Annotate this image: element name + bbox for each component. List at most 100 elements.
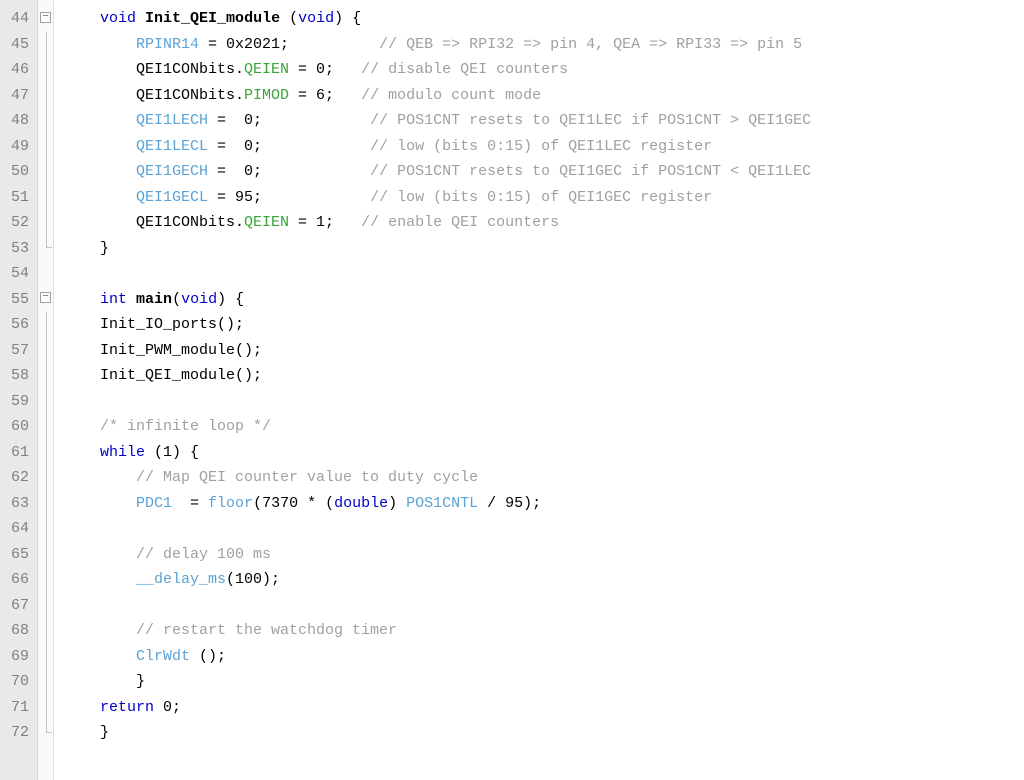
code-line[interactable]: return 0; (64, 695, 1014, 721)
identifier-text: PDC1 (136, 495, 172, 512)
comment-text: // restart the watchdog timer (136, 622, 397, 639)
fold-marker[interactable]: − (40, 287, 51, 313)
fold-marker (40, 389, 51, 415)
fold-marker (40, 567, 51, 593)
code-text (64, 393, 73, 410)
line-number: 52 (4, 210, 29, 236)
code-line[interactable]: Init_IO_ports(); (64, 312, 1014, 338)
code-line[interactable]: QEI1LECH = 0; // POS1CNT resets to QEI1L… (64, 108, 1014, 134)
code-text: QEI1CONbits. (64, 61, 244, 78)
code-line[interactable]: void Init_QEI_module (void) { (64, 6, 1014, 32)
line-number: 50 (4, 159, 29, 185)
code-text: ) { (334, 10, 361, 27)
identifier-text: __delay_ms (136, 571, 226, 588)
code-text: ) { (217, 291, 244, 308)
keyword-text: while (100, 444, 145, 461)
code-line[interactable]: Init_PWM_module(); (64, 338, 1014, 364)
comment-text: // modulo count mode (361, 87, 541, 104)
fold-marker (40, 644, 51, 670)
code-line[interactable]: while (1) { (64, 440, 1014, 466)
fold-toggle-icon[interactable]: − (40, 12, 51, 23)
fold-marker (40, 312, 51, 338)
line-number: 69 (4, 644, 29, 670)
identifier-text: floor (208, 495, 253, 512)
line-number: 60 (4, 414, 29, 440)
code-line[interactable]: // delay 100 ms (64, 542, 1014, 568)
keyword-text: void (298, 10, 334, 27)
code-text (64, 444, 100, 461)
fold-marker (40, 669, 51, 695)
line-number: 56 (4, 312, 29, 338)
code-line[interactable]: // Map QEI counter value to duty cycle (64, 465, 1014, 491)
fold-marker (40, 491, 51, 517)
code-line[interactable]: RPINR14 = 0x2021; // QEB => RPI32 => pin… (64, 32, 1014, 58)
line-number: 59 (4, 389, 29, 415)
line-number: 47 (4, 83, 29, 109)
code-text: / 95); (478, 495, 541, 512)
code-text (64, 571, 136, 588)
line-number: 68 (4, 618, 29, 644)
code-text: QEI1CONbits. (64, 214, 244, 231)
fold-column[interactable]: −− (38, 0, 54, 780)
code-line[interactable] (64, 593, 1014, 619)
code-text (64, 10, 100, 27)
code-line[interactable]: __delay_ms(100); (64, 567, 1014, 593)
code-line[interactable]: QEI1LECL = 0; // low (bits 0:15) of QEI1… (64, 134, 1014, 160)
line-number: 46 (4, 57, 29, 83)
code-text (64, 699, 100, 716)
code-text (64, 291, 100, 308)
code-text (64, 597, 73, 614)
identifier-text: RPINR14 (136, 36, 199, 53)
fold-marker (40, 516, 51, 542)
code-text (64, 36, 136, 53)
comment-text: // low (bits 0:15) of QEI1LEC register (370, 138, 712, 155)
code-text (64, 469, 136, 486)
comment-text: // low (bits 0:15) of QEI1GEC register (370, 189, 712, 206)
line-number: 51 (4, 185, 29, 211)
line-number: 65 (4, 542, 29, 568)
code-area[interactable]: void Init_QEI_module (void) { RPINR14 = … (54, 0, 1024, 780)
comment-text: /* infinite loop */ (100, 418, 271, 435)
line-number: 66 (4, 567, 29, 593)
fold-marker (40, 185, 51, 211)
identifier-text: POS1CNTL (406, 495, 478, 512)
code-line[interactable]: } (64, 720, 1014, 746)
keyword-text: double (334, 495, 388, 512)
code-text: ( (172, 291, 181, 308)
code-line[interactable]: } (64, 236, 1014, 262)
code-line[interactable] (64, 516, 1014, 542)
code-text: } (64, 240, 109, 257)
code-line[interactable]: } (64, 669, 1014, 695)
bitfield-text: QEIEN (244, 214, 289, 231)
code-text (64, 265, 73, 282)
code-line[interactable]: Init_QEI_module(); (64, 363, 1014, 389)
line-number: 48 (4, 108, 29, 134)
fold-marker (40, 159, 51, 185)
code-line[interactable]: ClrWdt (); (64, 644, 1014, 670)
code-line[interactable]: int main(void) { (64, 287, 1014, 313)
fold-marker (40, 261, 51, 287)
comment-text: // Map QEI counter value to duty cycle (136, 469, 478, 486)
fold-marker (40, 542, 51, 568)
code-line[interactable]: /* infinite loop */ (64, 414, 1014, 440)
code-line[interactable]: QEI1CONbits.QEIEN = 0; // disable QEI co… (64, 57, 1014, 83)
fold-marker (40, 695, 51, 721)
line-number: 64 (4, 516, 29, 542)
code-line[interactable]: PDC1 = floor(7370 * (double) POS1CNTL / … (64, 491, 1014, 517)
code-line[interactable] (64, 389, 1014, 415)
code-line[interactable]: QEI1GECL = 95; // low (bits 0:15) of QEI… (64, 185, 1014, 211)
code-line[interactable]: QEI1CONbits.PIMOD = 6; // modulo count m… (64, 83, 1014, 109)
code-text: (1) { (145, 444, 199, 461)
bitfield-text: QEIEN (244, 61, 289, 78)
fold-marker (40, 618, 51, 644)
line-number: 55 (4, 287, 29, 313)
code-line[interactable]: QEI1GECH = 0; // POS1CNT resets to QEI1G… (64, 159, 1014, 185)
code-line[interactable]: QEI1CONbits.QEIEN = 1; // enable QEI cou… (64, 210, 1014, 236)
fold-toggle-icon[interactable]: − (40, 292, 51, 303)
code-line[interactable]: // restart the watchdog timer (64, 618, 1014, 644)
code-line[interactable] (64, 261, 1014, 287)
code-editor[interactable]: 4445464748495051525354555657585960616263… (0, 0, 1024, 780)
identifier-text: QEI1LECL (136, 138, 208, 155)
fold-marker (40, 593, 51, 619)
fold-marker[interactable]: − (40, 6, 51, 32)
